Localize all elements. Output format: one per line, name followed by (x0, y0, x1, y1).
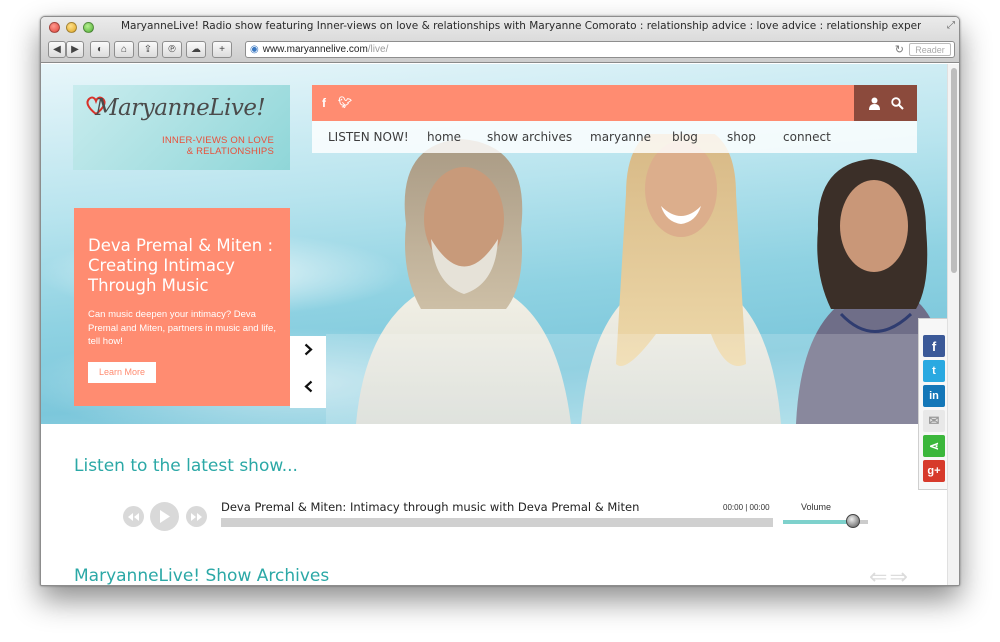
email-share-icon[interactable]: ✉ (923, 410, 945, 432)
home-icon[interactable]: ⌂ (114, 41, 134, 58)
track-title: Deva Premal & Miten: Intimacy through mu… (221, 500, 640, 514)
nav-connect[interactable]: connect (783, 130, 831, 144)
rewind-icon (128, 512, 139, 521)
volume-knob[interactable] (845, 514, 860, 528)
progress-bar[interactable] (221, 518, 773, 527)
featured-show-summary: Can music deepen your intimacy? Deva Pre… (88, 309, 276, 347)
browser-chrome: MaryanneLive! Radio show featuring Inner… (41, 17, 959, 63)
nav-blog[interactable]: blog (672, 130, 698, 144)
hero-banner: MaryanneLive! INNER-VIEWS ON LOVE & RELA… (41, 64, 949, 424)
featured-show-card: Deva Premal & Miten : Creating Intimacy … (74, 208, 290, 406)
volume-slider[interactable] (783, 514, 868, 528)
arrow-right-icon[interactable]: ⇒ (889, 564, 909, 585)
back-button[interactable]: ◀ (48, 41, 66, 58)
play-icon (160, 510, 170, 523)
chevron-right-icon[interactable] (304, 343, 313, 356)
reader-button[interactable]: Reader (909, 43, 951, 56)
header-bar: f 🐦︎ (312, 85, 917, 121)
site-logo[interactable]: MaryanneLive! INNER-VIEWS ON LOVE & RELA… (73, 85, 290, 170)
hero-photo (326, 134, 949, 424)
facebook-share-icon[interactable]: f (923, 335, 945, 357)
search-icon[interactable] (890, 96, 904, 110)
pinterest-icon[interactable]: ℗ (162, 41, 182, 58)
play-button[interactable] (150, 502, 179, 531)
fast-forward-button[interactable] (186, 506, 207, 527)
browser-window: MaryanneLive! Radio show featuring Inner… (40, 16, 960, 586)
nav-listen-now[interactable]: LISTEN NOW! (328, 130, 409, 144)
share-icon[interactable]: ⋖ (923, 435, 945, 457)
zoom-window-button[interactable] (83, 22, 94, 33)
minimize-window-button[interactable] (66, 22, 77, 33)
window-controls (49, 22, 94, 33)
url-host: www.maryannelive.com (262, 44, 368, 55)
volume-label: Volume (801, 502, 832, 512)
share-sidebar: f t in ✉ ⋖ g+ (918, 318, 949, 490)
globe-icon: ◉ (250, 44, 259, 55)
google-plus-share-icon[interactable]: g+ (923, 460, 945, 482)
facebook-icon[interactable]: f (322, 96, 326, 110)
twitter-icon[interactable]: 🐦︎ (338, 96, 352, 109)
browser-toolbar: ◀ ▶ ◐ ⌂ ⇪ ℗ ☁ + ◉ www.maryannelive.com/l… (41, 40, 959, 60)
reload-icon[interactable]: ↻ (895, 43, 904, 56)
scrollbar-thumb[interactable] (951, 68, 957, 273)
twitter-share-icon[interactable]: t (923, 360, 945, 382)
fast-forward-icon (191, 512, 202, 521)
address-bar[interactable]: ◉ www.maryannelive.com/live/ ↻ Reader (245, 41, 955, 58)
forward-button[interactable]: ▶ (66, 41, 84, 58)
track-time: 00:00 | 00:00 (723, 503, 770, 512)
cloud-icon[interactable]: ☁ (186, 41, 206, 58)
latest-show-heading: Listen to the latest show... (74, 456, 298, 476)
web-page: MaryanneLive! INNER-VIEWS ON LOVE & RELA… (41, 64, 949, 586)
window-title: MaryanneLive! Radio show featuring Inner… (121, 20, 921, 32)
nav-home[interactable]: home (427, 130, 461, 144)
archive-arrows: ⇐⇒ (869, 564, 910, 585)
slider-arrows (290, 336, 326, 408)
learn-more-button[interactable]: Learn More (88, 362, 156, 383)
logo-tagline-line-2: & RELATIONSHIPS (186, 146, 274, 157)
audio-player: Deva Premal & Miten: Intimacy through mu… (123, 500, 883, 540)
show-archives-heading: MaryanneLive! Show Archives (74, 566, 330, 586)
nav-shop[interactable]: shop (727, 130, 756, 144)
bookmark-tool-icon[interactable]: ◐ (90, 41, 110, 58)
volume-fill (783, 520, 853, 524)
logo-wordmark: MaryanneLive! (95, 95, 266, 121)
close-window-button[interactable] (49, 22, 60, 33)
logo-tagline-line-1: INNER-VIEWS ON LOVE (161, 135, 274, 146)
page-scrollbar[interactable] (947, 64, 959, 585)
logo-tagline: INNER-VIEWS ON LOVE & RELATIONSHIPS (162, 135, 274, 157)
share-page-icon[interactable]: ⇪ (138, 41, 158, 58)
utility-buttons (854, 85, 917, 121)
main-nav: LISTEN NOW! home show archives maryanne … (312, 121, 917, 153)
nav-maryanne[interactable]: maryanne (590, 130, 651, 144)
arrow-left-icon[interactable]: ⇐ (869, 564, 889, 585)
rewind-button[interactable] (123, 506, 144, 527)
nav-show-archives[interactable]: show archives (487, 130, 572, 144)
new-tab-icon[interactable]: + (212, 41, 232, 58)
linkedin-share-icon[interactable]: in (923, 385, 945, 407)
featured-show-title: Deva Premal & Miten : Creating Intimacy … (88, 236, 274, 295)
chevron-left-icon[interactable] (304, 380, 313, 393)
fullscreen-icon[interactable]: ⤢ (947, 20, 955, 31)
user-icon[interactable] (868, 97, 881, 110)
url-path: /live/ (367, 44, 389, 55)
